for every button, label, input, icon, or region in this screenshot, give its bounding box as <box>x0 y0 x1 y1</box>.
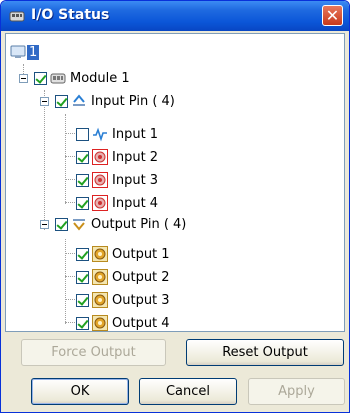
input-4-label: Input 4 <box>112 195 159 211</box>
tree-node-output-2[interactable]: Output 2 <box>76 267 170 287</box>
monitor-icon <box>10 45 26 58</box>
output-3-label: Output 3 <box>112 292 170 308</box>
tree-node-input-1[interactable]: Input 1 <box>76 124 158 144</box>
module-icon <box>50 73 66 84</box>
tree-node-output-pin[interactable]: Output Pin ( 4) <box>55 214 186 234</box>
input-2-checkbox[interactable] <box>76 150 89 164</box>
input-pin-checkbox[interactable] <box>55 94 68 108</box>
output-pin-icon <box>73 219 85 231</box>
close-icon: ✕ <box>325 6 340 25</box>
tree-root[interactable]: 1 <box>10 42 40 62</box>
reset-output-button[interactable]: Reset Output <box>186 339 344 366</box>
ok-button[interactable]: OK <box>31 378 129 405</box>
input-pin-label: Input Pin ( 4) <box>91 93 175 109</box>
output-pin-label: Output Pin ( 4) <box>91 216 187 232</box>
module-checkbox[interactable] <box>34 71 47 85</box>
output-ring-icon <box>92 315 108 331</box>
signal-wave-icon <box>93 127 107 142</box>
root-label: 1 <box>27 44 40 60</box>
output-4-label: Output 4 <box>112 315 170 331</box>
tree-node-input-pin[interactable]: Input Pin ( 4) <box>55 91 175 111</box>
input-1-label: Input 1 <box>112 126 159 142</box>
input-3-label: Input 3 <box>112 172 159 188</box>
output-3-checkbox[interactable] <box>76 293 89 307</box>
apply-button[interactable]: Apply <box>248 378 345 405</box>
tree-node-output-3[interactable]: Output 3 <box>76 290 170 310</box>
output-4-checkbox[interactable] <box>76 316 89 330</box>
tree-node-input-4[interactable]: Input 4 <box>76 193 158 213</box>
title-bar[interactable]: I/O Status ✕ <box>1 1 349 31</box>
force-output-button[interactable]: Force Output <box>21 339 166 366</box>
tree-node-input-3[interactable]: Input 3 <box>76 170 158 190</box>
cancel-button[interactable]: Cancel <box>139 378 237 405</box>
output-ring-icon <box>92 269 108 285</box>
input-pin-icon <box>73 94 85 106</box>
output-2-checkbox[interactable] <box>76 270 89 284</box>
window-title: I/O Status <box>31 7 110 23</box>
output-pin-checkbox[interactable] <box>55 217 68 231</box>
output-ring-icon <box>92 292 108 308</box>
io-module-icon <box>9 11 25 22</box>
output-2-label: Output 2 <box>112 269 170 285</box>
output-1-checkbox[interactable] <box>76 247 89 261</box>
io-tree[interactable]: 1 Module 1 Input Pin ( 4) Input 1 Input … <box>5 33 345 332</box>
tree-node-output-1[interactable]: Output 1 <box>76 244 170 264</box>
output-1-label: Output 1 <box>112 246 170 262</box>
tree-node-input-2[interactable]: Input 2 <box>76 147 158 167</box>
close-button[interactable]: ✕ <box>322 5 343 26</box>
module-label: Module 1 <box>70 70 130 86</box>
input-active-icon <box>92 172 108 188</box>
tree-node-module[interactable]: Module 1 <box>34 68 130 88</box>
input-4-checkbox[interactable] <box>76 196 89 210</box>
input-pin-expander[interactable] <box>40 97 49 106</box>
io-status-dialog: I/O Status ✕ 1 Module 1 Input Pin (4) I… <box>0 0 350 413</box>
output-ring-icon <box>92 246 108 262</box>
input-active-icon <box>92 149 108 165</box>
output-pin-expander[interactable] <box>40 220 49 229</box>
input-active-icon <box>92 195 108 211</box>
input-1-checkbox[interactable] <box>76 127 89 141</box>
module-expander[interactable] <box>19 74 28 83</box>
input-3-checkbox[interactable] <box>76 173 89 187</box>
input-2-label: Input 2 <box>112 149 159 165</box>
tree-node-output-4[interactable]: Output 4 <box>76 313 170 333</box>
